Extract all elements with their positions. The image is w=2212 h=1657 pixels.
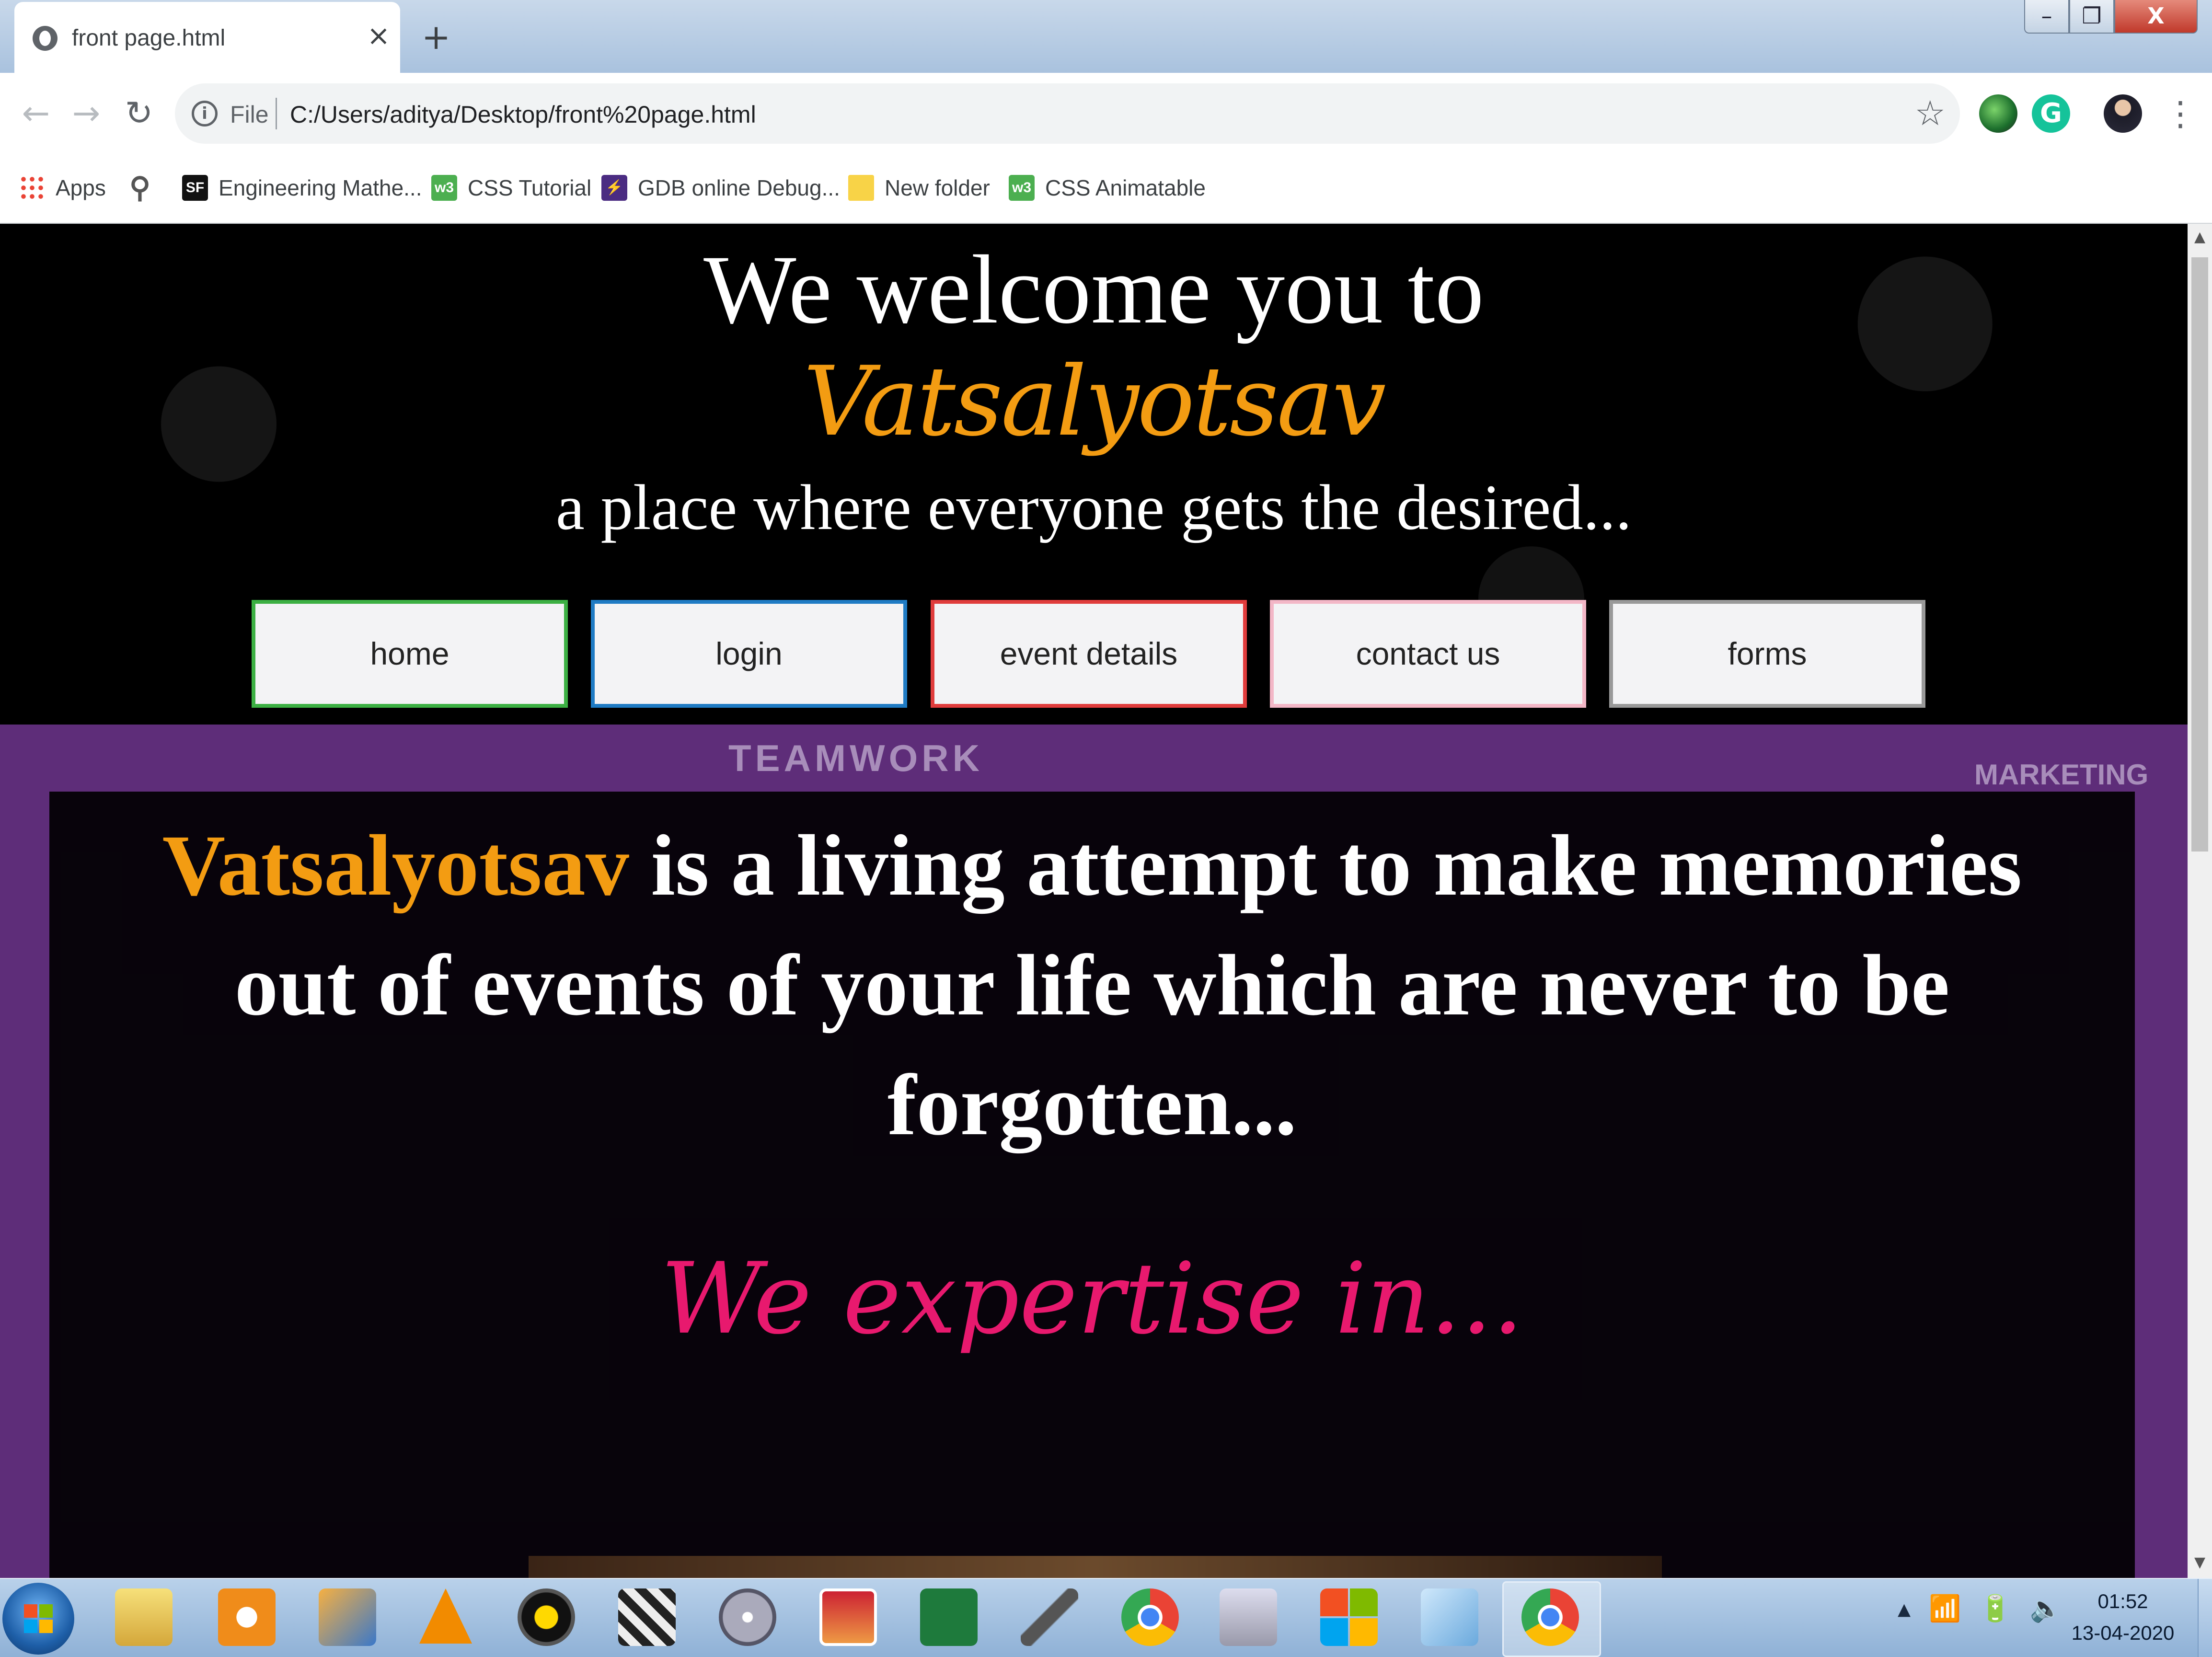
show-desktop-button[interactable] [2198,1579,2212,1657]
close-window-button[interactable]: X [2114,0,2198,34]
gdb-icon: ⚡ [601,175,627,201]
bookmark-star-icon[interactable]: ☆ [1914,93,1946,133]
page-viewport: We welcome you to Vatsalyotsav a place w… [0,224,2188,1578]
system-tray: ▴ 📶 🔋 🔈 [1898,1593,2062,1624]
forward-button[interactable]: → [65,92,108,135]
show-hidden-icons-icon[interactable]: ▴ [1898,1593,1911,1624]
tab-strip: front page.html × + – ❐ X [0,0,2212,74]
bookmark-new-folder[interactable]: New folder [848,169,990,207]
nav-event-details-button[interactable]: event details [931,600,1247,708]
file-explorer-icon[interactable] [115,1588,173,1646]
about-paragraph: Vatsalyotsav is a living attempt to make… [121,806,2063,1165]
apps-grid-icon [19,175,45,201]
clapperboard-icon[interactable] [618,1588,676,1646]
about-brand: Vatsalyotsav [162,817,629,914]
bookmark-label: Apps [56,175,106,200]
scroll-down-arrow-icon[interactable]: ▼ [2188,1554,2212,1573]
video-editor-icon[interactable] [319,1588,376,1646]
content-panel: Vatsalyotsav is a living attempt to make… [49,792,2135,1578]
background-doodle-marketing: MARKETING [1974,759,2149,791]
grammarly-icon[interactable]: G [2032,94,2070,133]
extension-globe-icon[interactable] [1979,94,2017,133]
photo-viewer-icon[interactable] [819,1588,877,1646]
expertise-heading: We expertise in... [660,1242,1524,1356]
clock[interactable]: 01:52 13-04-2020 [2070,1586,2176,1649]
w3schools-icon: w3 [431,175,457,201]
clock-time: 01:52 [2097,1590,2148,1612]
chrome-icon[interactable] [1521,1588,1579,1646]
hero-brand: Vatsalyotsav [803,346,1386,458]
media-player-icon[interactable] [218,1588,276,1646]
battery-icon[interactable]: 🔋 [1979,1593,2011,1624]
bookmark-label: CSS Animatable [1045,175,1206,200]
back-button[interactable]: ← [14,92,58,135]
bookmark-engineering[interactable]: SF Engineering Mathe... [182,169,422,207]
hero-section: We welcome you to Vatsalyotsav a place w… [0,224,2188,725]
nav-contact-us-button[interactable]: contact us [1270,600,1586,708]
microphone-icon[interactable] [1021,1588,1078,1646]
scheme-label: File [230,101,269,128]
dvd-icon[interactable] [719,1588,776,1646]
bookmark-css-animatable[interactable]: w3 CSS Animatable [1009,169,1206,207]
nav-login-button[interactable]: login [591,600,907,708]
scroll-thumb[interactable] [2191,257,2208,852]
bookmark-search[interactable]: ⚲ [127,169,163,207]
spreadsheet-icon[interactable] [920,1588,978,1646]
info-icon[interactable]: i [192,101,218,127]
kmplayer-icon[interactable] [518,1588,575,1646]
address-separator [276,98,277,129]
bookmarks-bar: Apps ⚲ SF Engineering Mathe... w3 CSS Tu… [0,154,2212,224]
bookmark-css-tutorial[interactable]: w3 CSS Tutorial [431,169,591,207]
clock-date: 13-04-2020 [2071,1622,2175,1644]
notes-icon[interactable] [1421,1588,1478,1646]
menu-icon[interactable]: ⋮ [2164,92,2197,135]
minimize-button[interactable]: – [2024,0,2069,34]
start-button[interactable] [2,1583,74,1655]
new-tab-button[interactable]: + [417,18,455,57]
network-icon[interactable]: 📶 [1929,1593,1961,1624]
hero-tagline: a place where everyone gets the desired.… [555,472,1632,543]
sf-icon: SF [182,175,208,201]
tab-title: front page.html [72,25,226,51]
taskbar: ▴ 📶 🔋 🔈 01:52 13-04-2020 [0,1578,2212,1657]
bookmark-label: New folder [885,175,990,200]
browser-tab[interactable]: front page.html × [14,2,400,74]
profile-avatar[interactable] [2104,94,2142,133]
bookmark-gdb[interactable]: ⚡ GDB online Debug... [601,169,840,207]
volume-icon[interactable]: 🔈 [2030,1593,2062,1624]
bookmark-label: Engineering Mathe... [219,175,422,200]
browser-toolbar: ← → ↻ i File C:/Users/aditya/Desktop/fro… [0,73,2212,154]
globe-icon [33,26,58,51]
office-icon[interactable] [1320,1588,1378,1646]
folder-icon [848,175,874,201]
reload-button[interactable]: ↻ [117,92,161,135]
vertical-scrollbar[interactable]: ▲ ▼ [2188,224,2212,1578]
bookmark-label: GDB online Debug... [638,175,840,200]
w3schools-icon: w3 [1009,175,1035,201]
address-bar[interactable]: i File C:/Users/aditya/Desktop/front%20p… [175,83,1960,144]
vlc-icon[interactable] [419,1588,472,1644]
bookmark-apps[interactable]: Apps [19,169,106,207]
url-text[interactable]: C:/Users/aditya/Desktop/front%20page.htm… [290,101,756,128]
background-doodle-teamwork: TEAMWORK [728,737,983,779]
content-image [529,1556,1662,1578]
search-icon: ⚲ [129,172,150,204]
tab-close-button[interactable]: × [364,21,393,50]
restore-button[interactable]: ❐ [2069,0,2114,34]
bookmark-label: CSS Tutorial [468,175,592,200]
calculator-icon[interactable] [1220,1588,1277,1646]
nav-forms-button[interactable]: forms [1609,600,1925,708]
nav-home-button[interactable]: home [252,600,568,708]
scroll-up-arrow-icon[interactable]: ▲ [2188,229,2212,248]
chrome-icon[interactable] [1121,1588,1179,1646]
browser-chrome: front page.html × + – ❐ X ← → ↻ i File C… [0,0,2212,224]
hero-title: We welcome you to [703,235,1484,344]
window-controls: – ❐ X [2024,0,2198,35]
